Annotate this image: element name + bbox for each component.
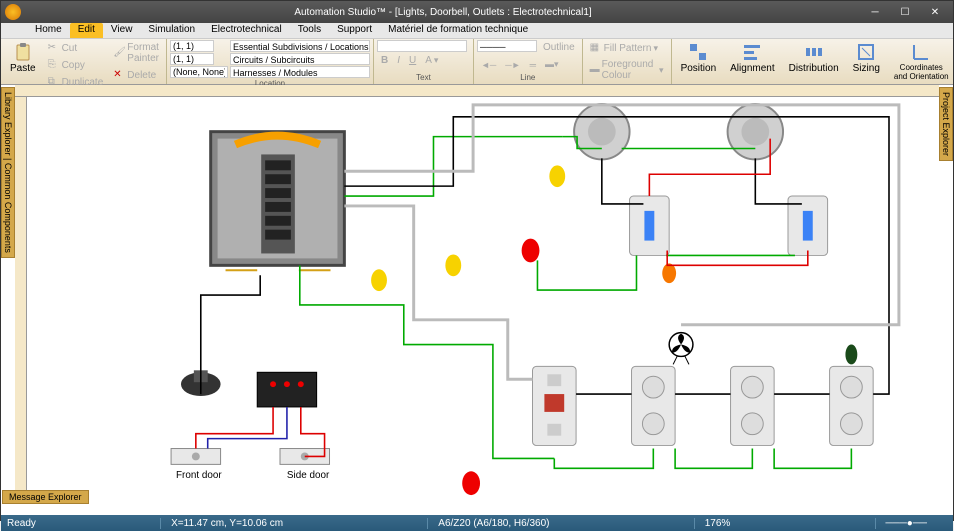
canvas-area: Library Explorer | Common Components Pro… bbox=[1, 85, 953, 515]
ribbon: Paste ✂Cut ⎘Copy ⧉Duplicate 🖌Format Pain… bbox=[1, 39, 953, 85]
status-zoom[interactable]: 176% bbox=[694, 518, 741, 529]
foreground-colour-button[interactable]: ▬Foreground Colour ▾ bbox=[586, 57, 668, 83]
arrow-end-button[interactable]: ─► bbox=[501, 57, 524, 72]
copy-button[interactable]: ⎘Copy bbox=[44, 57, 108, 73]
doorbell-transformer bbox=[257, 372, 316, 407]
bold-button[interactable]: B bbox=[377, 53, 392, 68]
status-ready: Ready bbox=[7, 518, 36, 529]
fill-pattern-button[interactable]: ▦Fill Pattern ▾ bbox=[586, 40, 668, 56]
ribbon-group-surface: ▦Fill Pattern ▾ ▬Foreground Colour ▾ ▬Ba… bbox=[583, 39, 672, 84]
ribbon-group-text: B I U A▾ Text bbox=[374, 39, 474, 84]
status-bar: Ready X=11.47 cm, Y=10.06 cm A6/Z20 (A6/… bbox=[1, 515, 953, 531]
wire-nut-yellow-3 bbox=[371, 269, 387, 291]
app-logo-icon bbox=[5, 4, 21, 20]
delete-button[interactable]: ✕Delete bbox=[109, 67, 163, 83]
fgcolor-icon: ▬ bbox=[590, 64, 600, 76]
font-family-input[interactable] bbox=[377, 40, 467, 52]
breaker-panel bbox=[211, 132, 345, 271]
light-switch-2 bbox=[788, 196, 828, 255]
gfci-outlet bbox=[533, 366, 577, 445]
line-color-button[interactable]: ▬▾ bbox=[541, 57, 563, 72]
tab-training[interactable]: Matériel de formation technique bbox=[380, 23, 536, 38]
cut-button[interactable]: ✂Cut bbox=[44, 40, 108, 56]
wire-nut-yellow-1 bbox=[549, 165, 565, 187]
close-button[interactable]: ✕ bbox=[921, 3, 949, 21]
front-door-button bbox=[171, 449, 221, 465]
diagram-canvas[interactable]: Front door Side door bbox=[27, 97, 939, 503]
maximize-button[interactable]: ☐ bbox=[891, 3, 919, 21]
ribbon-group-clipboard: Paste ✂Cut ⎘Copy ⧉Duplicate 🖌Format Pain… bbox=[1, 39, 167, 84]
tab-simulation[interactable]: Simulation bbox=[140, 23, 203, 38]
title-bar: Automation Studio™ - [Lights, Doorbell, … bbox=[1, 1, 953, 23]
harnesses-dropdown[interactable]: Harnesses / Modules bbox=[230, 66, 370, 78]
ribbon-group-location: Essential Subdivisions / Locations Circu… bbox=[167, 39, 374, 84]
status-coords: X=11.47 cm, Y=10.06 cm bbox=[160, 518, 293, 529]
circuits-dropdown[interactable]: Circuits / Subcircuits bbox=[230, 53, 370, 65]
copy-icon: ⎘ bbox=[48, 59, 60, 71]
coord-none-input[interactable] bbox=[170, 66, 228, 78]
arrow-start-button[interactable]: ◄─ bbox=[477, 57, 500, 72]
ruler-vertical bbox=[15, 97, 27, 503]
coords-icon bbox=[911, 42, 931, 62]
coord-tl-input[interactable] bbox=[170, 40, 214, 52]
sizing-icon bbox=[856, 42, 876, 62]
wire-nut-orange bbox=[662, 263, 676, 283]
pattern-icon: ▦ bbox=[590, 42, 602, 54]
smoke-detector-right bbox=[728, 104, 783, 159]
tab-support[interactable]: Support bbox=[329, 23, 380, 38]
ruler-horizontal bbox=[15, 85, 939, 97]
outlet-2 bbox=[632, 366, 676, 445]
menu-bar: Home Edit View Simulation Electrotechnic… bbox=[1, 23, 953, 39]
italic-button[interactable]: I bbox=[393, 53, 404, 68]
clipboard-icon bbox=[13, 42, 33, 62]
wire-nut-red-1 bbox=[522, 239, 540, 263]
paste-button[interactable]: Paste bbox=[4, 40, 42, 90]
wire-nut-yellow-2 bbox=[445, 254, 461, 276]
wire-nut-red-2 bbox=[462, 471, 480, 495]
zoom-slider[interactable]: ───●── bbox=[875, 518, 937, 529]
line-style-dropdown[interactable]: ──── bbox=[477, 40, 537, 52]
minimize-button[interactable]: ─ bbox=[861, 3, 889, 21]
tab-home[interactable]: Home bbox=[27, 23, 70, 38]
status-selection: A6/Z20 (A6/180, H6/360) bbox=[427, 518, 559, 529]
delete-icon: ✕ bbox=[113, 69, 125, 81]
wiring-blue bbox=[208, 407, 287, 449]
outlet-3 bbox=[731, 366, 775, 445]
outline-button[interactable]: Outline bbox=[539, 40, 579, 55]
message-explorer-tab[interactable]: Message Explorer bbox=[2, 490, 89, 504]
tab-electrotechnical[interactable]: Electrotechnical bbox=[203, 23, 290, 38]
coord-br-input[interactable] bbox=[170, 53, 214, 65]
light-switch-1 bbox=[630, 196, 670, 255]
project-explorer-tab[interactable]: Project Explorer bbox=[939, 87, 953, 161]
scissors-icon: ✂ bbox=[48, 42, 60, 54]
side-door-label: Side door bbox=[287, 470, 330, 481]
tab-view[interactable]: View bbox=[103, 23, 141, 38]
ribbon-group-line: ──── Outline ◄─ ─► ═ ▬▾ Line bbox=[474, 39, 583, 84]
font-color-icon: A bbox=[425, 55, 432, 66]
brush-icon: 🖌 bbox=[113, 47, 125, 59]
front-door-label: Front door bbox=[176, 470, 222, 481]
alignment-icon bbox=[742, 42, 762, 62]
format-painter-button[interactable]: 🖌Format Painter bbox=[109, 40, 163, 66]
line-caps-button[interactable]: ═ bbox=[526, 57, 540, 72]
tab-edit[interactable]: Edit bbox=[70, 23, 103, 38]
position-icon bbox=[688, 42, 708, 62]
ribbon-group-layout: Position Alignment Distribution Sizing C… bbox=[672, 39, 954, 84]
tab-tools[interactable]: Tools bbox=[290, 23, 329, 38]
font-color-button[interactable]: A▾ bbox=[421, 53, 442, 68]
distribution-icon bbox=[804, 42, 824, 62]
outlet-4 bbox=[830, 345, 874, 446]
window-title: Automation Studio™ - [Lights, Doorbell, … bbox=[27, 7, 859, 18]
subdivisions-dropdown[interactable]: Essential Subdivisions / Locations bbox=[230, 40, 370, 52]
smoke-detector-left bbox=[574, 104, 629, 159]
underline-button[interactable]: U bbox=[405, 53, 420, 68]
library-explorer-tab[interactable]: Library Explorer | Common Components bbox=[1, 87, 15, 258]
fan-icon bbox=[669, 333, 693, 365]
